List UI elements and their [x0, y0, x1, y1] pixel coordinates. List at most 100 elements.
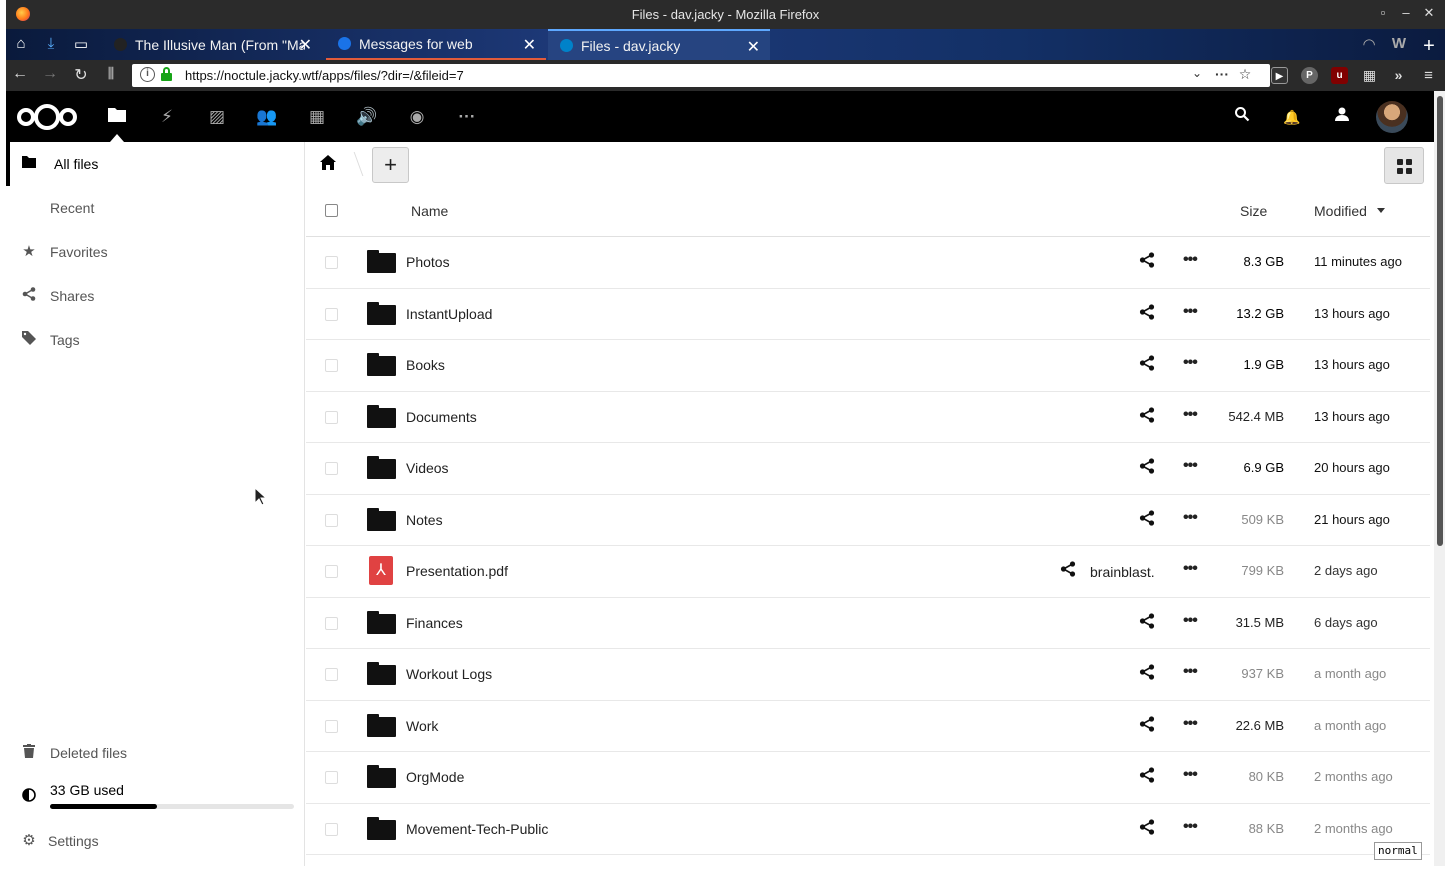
- share-icon[interactable]: [1139, 767, 1159, 787]
- row-checkbox[interactable]: [325, 822, 338, 836]
- maps-icon[interactable]: ◉: [406, 106, 428, 128]
- file-name[interactable]: Work: [406, 718, 438, 734]
- table-row[interactable]: Finances ••• 31.5 MB 6 days ago: [306, 598, 1430, 649]
- synced-tabs-button[interactable]: ▭: [70, 35, 92, 55]
- row-checkbox[interactable]: [325, 256, 338, 269]
- table-row[interactable]: Work ••• 22.6 MB a month ago: [306, 701, 1430, 752]
- url-dropdown-icon[interactable]: ⌄: [1187, 66, 1207, 80]
- table-row[interactable]: Workout Logs ••• 937 KB a month ago: [306, 649, 1430, 701]
- back-button[interactable]: ←: [8, 65, 32, 83]
- rss-icon[interactable]: ◠: [1358, 35, 1380, 55]
- more-actions-icon[interactable]: •••: [1183, 509, 1198, 525]
- share-icon[interactable]: [1139, 509, 1159, 530]
- row-checkbox[interactable]: [325, 307, 338, 321]
- sidebar-item-tags[interactable]: Tags: [6, 318, 305, 362]
- file-name[interactable]: OrgMode: [406, 769, 464, 785]
- share-icon[interactable]: [1139, 355, 1159, 375]
- maximize-window-button[interactable]: ▫: [1374, 5, 1392, 20]
- gallery-icon[interactable]: ▨: [206, 106, 228, 128]
- file-name[interactable]: Photos: [406, 254, 450, 270]
- tab-files-dav-jacky[interactable]: Files - dav.jacky ✕: [548, 29, 770, 60]
- forward-button[interactable]: →: [38, 65, 62, 83]
- more-actions-icon[interactable]: •••: [1183, 818, 1198, 834]
- more-actions-icon[interactable]: •••: [1183, 406, 1198, 422]
- share-icon[interactable]: [1139, 252, 1159, 272]
- extension-icon[interactable]: ▶: [1271, 67, 1288, 84]
- more-actions-icon[interactable]: •••: [1183, 767, 1198, 783]
- library-button[interactable]: ⫼: [99, 65, 123, 82]
- row-checkbox[interactable]: [325, 359, 338, 372]
- more-actions-icon[interactable]: •••: [1183, 612, 1198, 628]
- close-window-button[interactable]: ✕: [1420, 5, 1438, 21]
- share-icon[interactable]: [1139, 818, 1159, 839]
- reload-button[interactable]: ↻: [69, 65, 93, 85]
- ublock-icon[interactable]: u: [1331, 67, 1348, 84]
- share-icon[interactable]: [1139, 303, 1159, 324]
- row-checkbox[interactable]: [325, 616, 338, 630]
- home-button[interactable]: ⌂: [10, 35, 32, 55]
- share-icon[interactable]: [1060, 561, 1080, 581]
- row-checkbox[interactable]: [325, 565, 338, 578]
- column-header-name[interactable]: Name: [411, 203, 448, 219]
- nextcloud-logo-icon[interactable]: [17, 104, 81, 130]
- file-name[interactable]: Movement-Tech-Public: [406, 821, 548, 837]
- row-checkbox[interactable]: [325, 410, 338, 424]
- pocket-icon[interactable]: P: [1301, 67, 1318, 84]
- table-row[interactable]: Notes ••• 509 KB 21 hours ago: [306, 495, 1430, 546]
- file-name[interactable]: InstantUpload: [406, 306, 492, 322]
- lock-icon[interactable]: [161, 67, 172, 81]
- column-header-size[interactable]: Size: [1240, 203, 1267, 219]
- sidebar-item-deleted-files[interactable]: Deleted files: [6, 731, 305, 775]
- file-name[interactable]: Books: [406, 357, 445, 373]
- grid-extension-icon[interactable]: ▦: [1361, 67, 1378, 84]
- tab-illusive-man[interactable]: The Illusive Man (From "Mass ✕: [102, 29, 322, 60]
- page-scrollbar[interactable]: [1434, 91, 1445, 866]
- sidebar-item-favorites[interactable]: ★ Favorites: [6, 230, 305, 274]
- page-actions-icon[interactable]: ···: [1212, 66, 1232, 82]
- more-actions-icon[interactable]: •••: [1183, 252, 1198, 268]
- tab-messages-for-web[interactable]: Messages for web ✕: [326, 29, 546, 60]
- more-actions-icon[interactable]: •••: [1183, 458, 1198, 474]
- files-icon[interactable]: [106, 106, 128, 128]
- share-icon[interactable]: [1139, 612, 1159, 633]
- user-avatar[interactable]: [1376, 101, 1408, 133]
- table-row[interactable]: Movement-Tech-Public ••• 88 KB 2 months ago: [306, 804, 1430, 855]
- table-row[interactable]: OrgMode ••• 80 KB 2 months ago: [306, 752, 1430, 804]
- home-icon[interactable]: [319, 155, 337, 173]
- row-checkbox[interactable]: [325, 462, 338, 475]
- close-tab-icon[interactable]: ✕: [299, 35, 312, 55]
- more-actions-icon[interactable]: •••: [1183, 303, 1198, 319]
- close-tab-icon[interactable]: ✕: [747, 37, 760, 57]
- file-name[interactable]: Finances: [406, 615, 463, 631]
- table-row[interactable]: Documents ••• 542.4 MB 13 hours ago: [306, 392, 1430, 443]
- notifications-bell-icon[interactable]: 🔔: [1281, 106, 1303, 128]
- new-file-button[interactable]: +: [372, 147, 409, 183]
- share-icon[interactable]: [1139, 406, 1159, 427]
- url-text[interactable]: https://noctule.jacky.wtf/apps/files/?di…: [185, 68, 464, 83]
- wallabag-icon[interactable]: W: [1388, 35, 1410, 55]
- hamburger-menu-icon[interactable]: ≡: [1420, 67, 1437, 84]
- site-info-icon[interactable]: i: [140, 67, 155, 82]
- file-name[interactable]: Workout Logs: [406, 666, 492, 682]
- select-all-checkbox[interactable]: [325, 204, 338, 217]
- table-row[interactable]: Photos ••• 8.3 GB 11 minutes ago: [306, 237, 1430, 289]
- share-icon[interactable]: [1139, 715, 1159, 736]
- column-header-modified[interactable]: Modified: [1314, 203, 1367, 219]
- more-actions-icon[interactable]: •••: [1183, 715, 1198, 731]
- grid-view-toggle-button[interactable]: [1384, 147, 1424, 184]
- shared-with-label[interactable]: brainblast.: [1090, 564, 1155, 580]
- row-checkbox[interactable]: [325, 668, 338, 681]
- url-bar[interactable]: i https://noctule.jacky.wtf/apps/files/?…: [132, 64, 1270, 87]
- sidebar-item-all-files[interactable]: All files: [6, 142, 305, 186]
- row-checkbox[interactable]: [325, 719, 338, 733]
- table-row[interactable]: Books ••• 1.9 GB 13 hours ago: [306, 340, 1430, 392]
- calendar-icon[interactable]: ▦: [306, 106, 328, 128]
- file-name[interactable]: Documents: [406, 409, 477, 425]
- sidebar-item-recent[interactable]: Recent: [6, 186, 305, 230]
- more-apps-icon[interactable]: ···: [456, 106, 478, 128]
- downloads-button[interactable]: ⤓: [40, 35, 62, 55]
- file-name[interactable]: Notes: [406, 512, 443, 528]
- search-icon[interactable]: [1231, 106, 1253, 128]
- overflow-menu-icon[interactable]: »: [1390, 67, 1407, 84]
- close-tab-icon[interactable]: ✕: [523, 35, 536, 55]
